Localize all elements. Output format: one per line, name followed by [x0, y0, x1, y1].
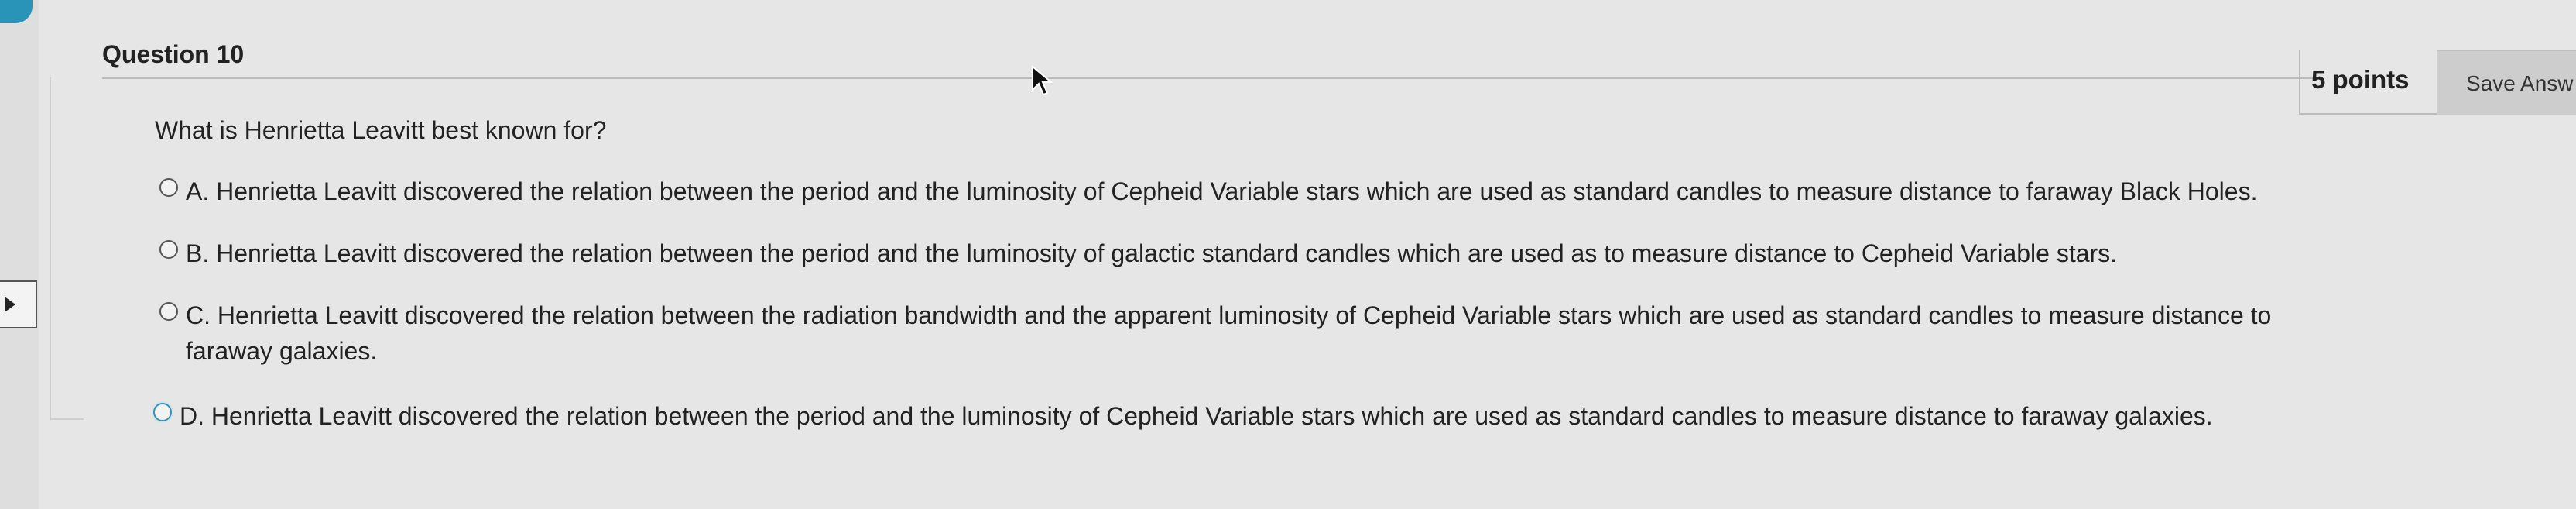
- option-a[interactable]: A. Henrietta Leavitt discovered the rela…: [159, 174, 2257, 209]
- radio-option-b[interactable]: [159, 240, 178, 259]
- triangle-right-icon: [5, 297, 15, 312]
- option-d-label: D. Henrietta Leavitt discovered the rela…: [180, 402, 2213, 430]
- question-bottom-border: [50, 418, 84, 420]
- left-sidebar-strip: [0, 0, 39, 509]
- question-title: Question 10: [102, 40, 245, 68]
- option-c-label: C. Henrietta Leavitt discovered the rela…: [186, 297, 2271, 369]
- question-left-border: [50, 77, 51, 418]
- radio-option-c[interactable]: [159, 302, 178, 321]
- option-c-line1: C. Henrietta Leavitt discovered the rela…: [186, 301, 2272, 329]
- option-a-label: A. Henrietta Leavitt discovered the rela…: [186, 177, 2258, 205]
- sidebar-toggle-button[interactable]: [0, 280, 37, 328]
- question-text: What is Henrietta Leavitt best known for…: [155, 116, 607, 144]
- points-label: 5 points: [2311, 65, 2410, 94]
- option-c-line2: faraway galaxies.: [186, 337, 378, 365]
- radio-option-d[interactable]: [153, 403, 172, 421]
- radio-option-a[interactable]: [159, 178, 178, 197]
- sidebar-accent-tab: [0, 0, 33, 23]
- save-answer-label: Save Answ: [2466, 71, 2574, 95]
- option-b-label: B. Henrietta Leavitt discovered the rela…: [186, 239, 2118, 267]
- header-divider: [102, 77, 2316, 79]
- option-b[interactable]: B. Henrietta Leavitt discovered the rela…: [159, 236, 2117, 271]
- option-d[interactable]: D. Henrietta Leavitt discovered the rela…: [153, 398, 2213, 434]
- option-c[interactable]: C. Henrietta Leavitt discovered the rela…: [159, 297, 2271, 369]
